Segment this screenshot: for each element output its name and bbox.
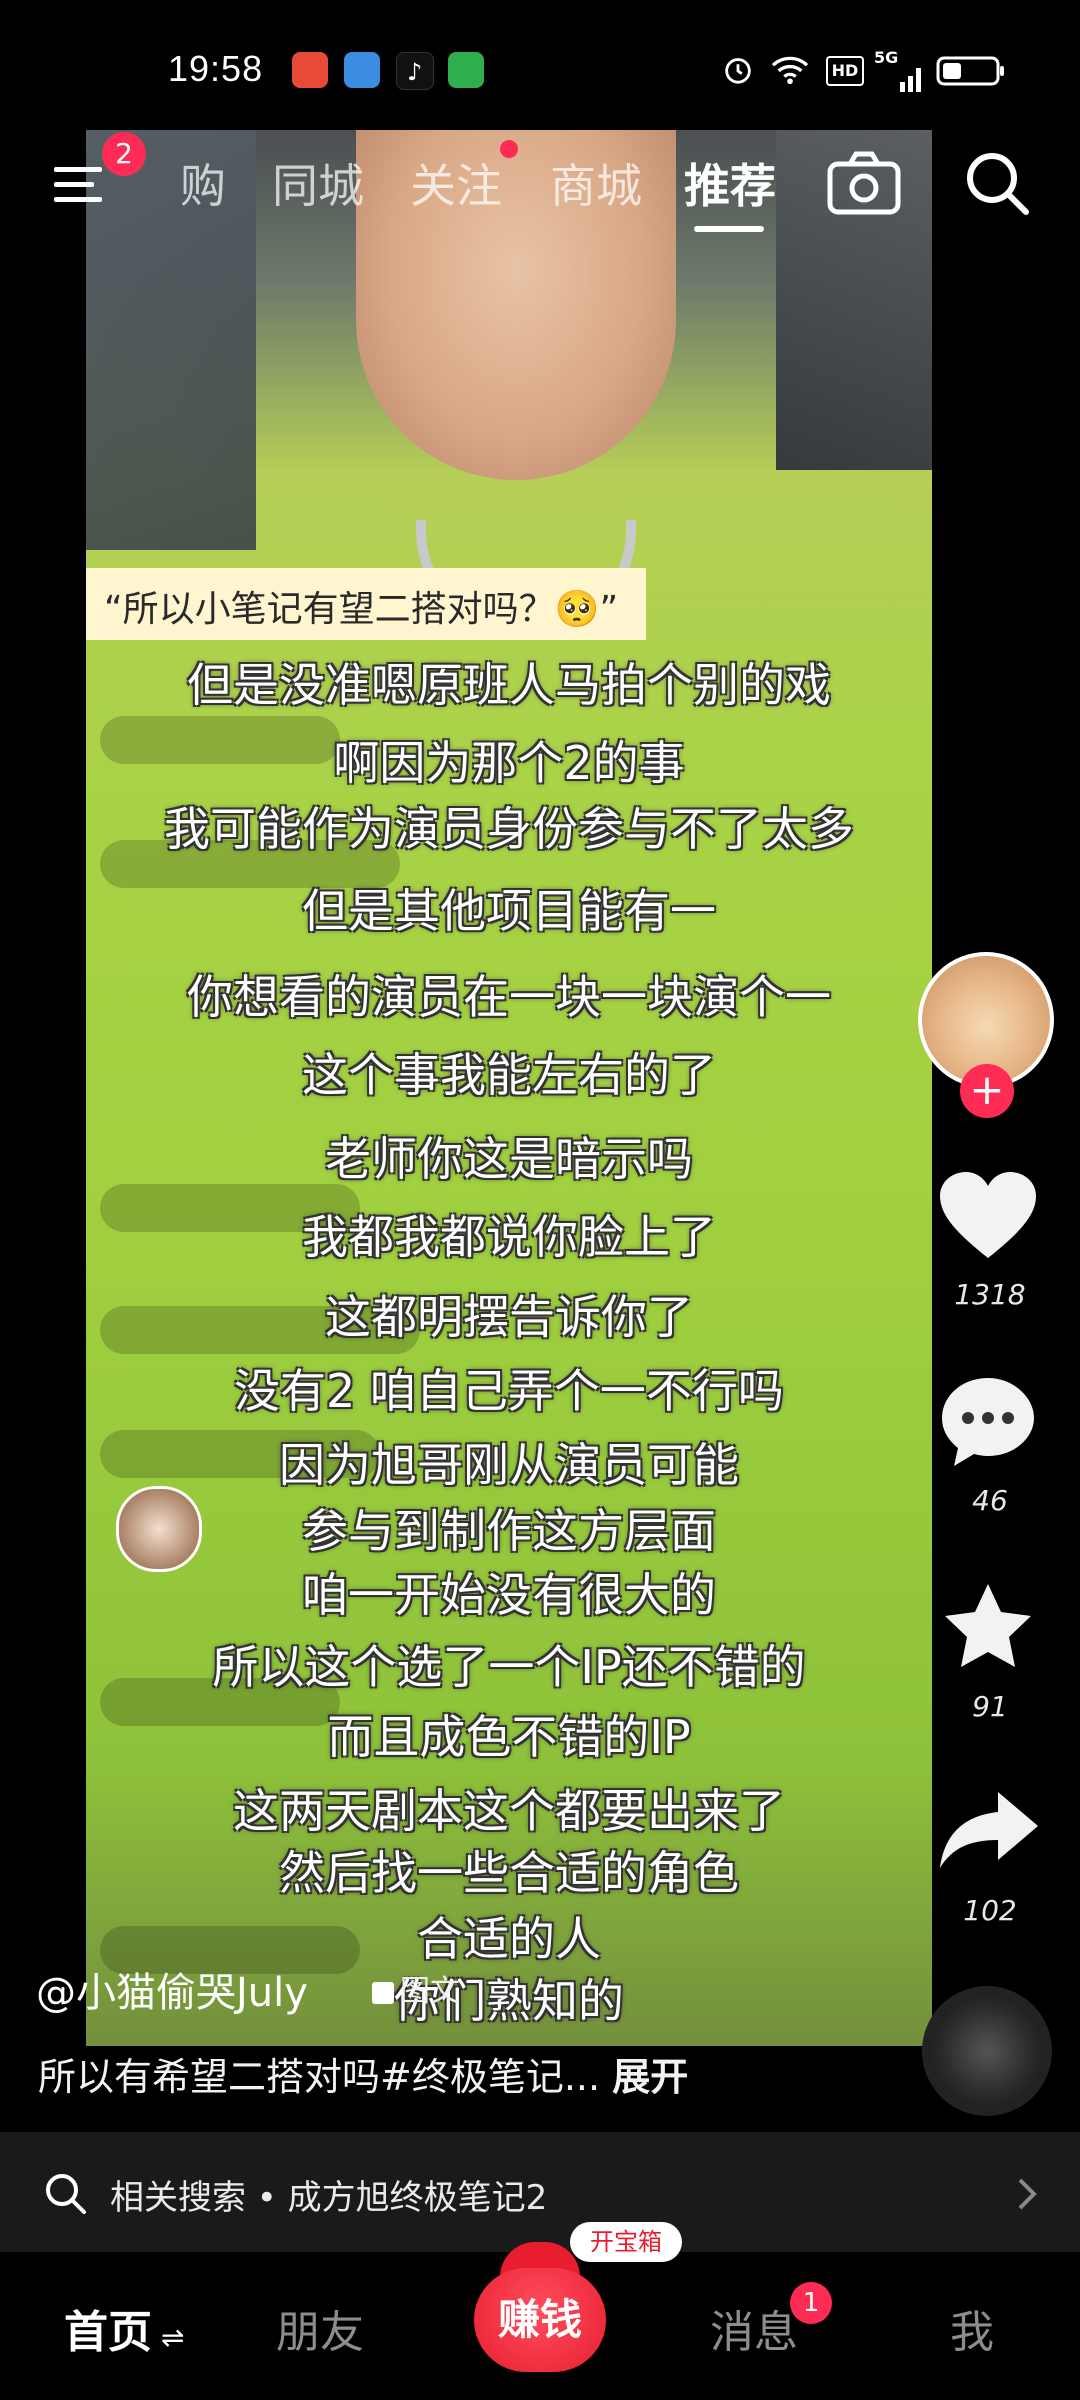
follow-button[interactable]: + <box>960 1064 1014 1118</box>
share-count: 102 <box>963 1894 1017 1927</box>
subtitle-line: 但是其他项目能有一 <box>302 884 716 938</box>
menu-icon[interactable] <box>54 165 102 205</box>
tab-local[interactable]: 同城 <box>272 150 364 216</box>
alarm-icon <box>725 58 751 84</box>
status-bar: 19:58 ♪ HD 5G <box>0 0 1080 130</box>
video-content[interactable]: “所以小笔记有望二搭对吗？🥺” 但是没准嗯原班人马拍个别的戏 啊因为那个2的事 … <box>86 130 932 2046</box>
subtitle-line: 没有2 咱自己弄个一不行吗 <box>234 1364 784 1418</box>
post-description[interactable]: 所以有希望二搭对吗#终极笔记... 展开 <box>38 2046 688 2101</box>
subtitle-line: 这都明摆告诉你了 <box>325 1290 693 1344</box>
status-time: 19:58 <box>168 48 264 89</box>
subtitle-line: 所以这个选了一个IP还不错的 <box>212 1640 806 1694</box>
subtitle-line: 咱一开始没有很大的 <box>302 1568 716 1622</box>
subtitle-line: 因为旭哥刚从演员可能 <box>279 1438 739 1492</box>
active-tab-indicator <box>694 226 764 232</box>
subtitle-line: 我可能作为演员身份参与不了太多 <box>164 802 854 856</box>
battery-icon <box>936 56 1004 86</box>
oppo-app-icon <box>448 52 484 88</box>
like-icon[interactable] <box>938 1170 1038 1262</box>
following-dot <box>500 140 518 158</box>
subtitle-line: 这两天剧本这个都要出来了 <box>233 1784 785 1838</box>
music-disc[interactable] <box>922 1986 1052 2116</box>
expand-link[interactable]: 展开 <box>612 2055 688 2099</box>
nav-me[interactable]: 我 <box>950 2296 994 2360</box>
subtitle-line: 老师你这是暗示吗 <box>325 1132 693 1186</box>
caption-tag: “所以小笔记有望二搭对吗？🥺” <box>86 568 646 640</box>
share-icon[interactable] <box>938 1786 1042 1874</box>
chevron-right-icon <box>1018 2178 1037 2210</box>
nav-home[interactable]: 首页 ⇌ <box>64 2296 184 2360</box>
weibo-app-icon <box>292 52 328 88</box>
comment-icon[interactable] <box>938 1374 1038 1470</box>
search-icon[interactable] <box>964 150 1032 218</box>
tab-recommend[interactable]: 推荐 <box>684 150 776 216</box>
search-icon <box>46 2174 86 2214</box>
menu-badge: 2 <box>102 132 146 176</box>
nav-messages[interactable]: 消息 <box>710 2296 798 2360</box>
wifi-icon <box>771 56 809 85</box>
image-icon <box>372 1981 394 2004</box>
subtitle-line: 你想看的演员在一块一块演个一 <box>187 970 831 1024</box>
comment-count: 46 <box>972 1484 1008 1517</box>
tab-shop[interactable]: 购 <box>180 150 226 216</box>
tab-following[interactable]: 关注 <box>410 150 502 216</box>
svg-text:♪: ♪ <box>407 58 422 86</box>
favorite-count: 91 <box>972 1690 1008 1723</box>
author-name[interactable]: @小猫偷哭July <box>36 1960 308 2018</box>
related-search-text: 相关搜索 • 成方旭终极笔记2 <box>110 2178 548 2218</box>
subtitle-line: 啊因为那个2的事 <box>333 736 685 790</box>
messages-badge: 1 <box>790 2282 832 2324</box>
subtitle-line: 但是没准嗯原班人马拍个别的戏 <box>187 658 831 712</box>
nav-friends[interactable]: 朋友 <box>276 2296 364 2360</box>
subtitle-line: 这个事我能左右的了 <box>302 1048 716 1102</box>
weather-app-icon <box>344 52 380 88</box>
subtitle-line: 然后找一些合适的角色 <box>279 1846 739 1900</box>
tab-mall[interactable]: 商城 <box>550 150 642 216</box>
post-type-tag: 图文 <box>372 1966 460 2010</box>
treasure-badge: 开宝箱 <box>570 2222 682 2262</box>
camera-icon[interactable] <box>826 150 902 216</box>
nav-earn-button[interactable]: 赚钱 <box>474 2268 606 2372</box>
signal-icon <box>900 68 921 92</box>
subtitle-line: 我都我都说你脸上了 <box>302 1210 716 1264</box>
subtitle-line: 参与到制作这方层面 <box>302 1504 716 1558</box>
like-count: 1318 <box>954 1278 1026 1311</box>
tiktok-app-icon: ♪ <box>396 52 434 90</box>
subtitle-line: 而且成色不错的IP <box>327 1710 691 1764</box>
background-shelf <box>86 130 256 550</box>
favorite-icon[interactable] <box>938 1580 1038 1676</box>
refresh-icon: ⇌ <box>152 2321 185 2354</box>
hd-badge: HD <box>826 56 864 86</box>
